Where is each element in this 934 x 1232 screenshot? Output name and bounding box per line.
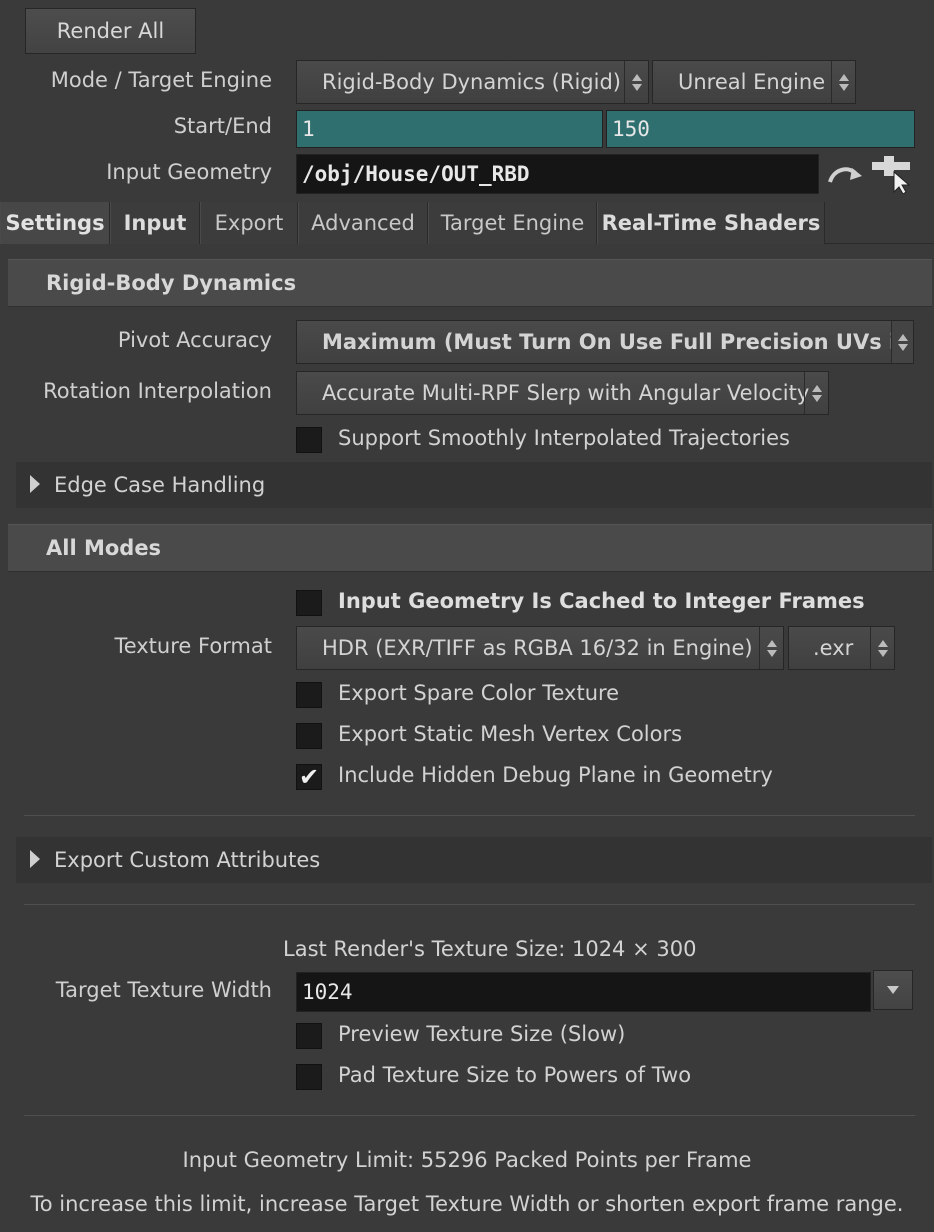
pivot-accuracy-label: Pivot Accuracy [117,328,272,352]
target-texture-width-value: 1024 [302,980,353,1004]
tab-real-time-shaders[interactable]: Real-Time Shaders [597,202,825,244]
updown-arrows-icon [624,61,648,103]
edge-case-handling-label: Edge Case Handling [54,473,266,497]
updown-arrows-icon [804,372,828,414]
mode-dropdown-value: Rigid-Body Dynamics (Rigid) [322,70,621,94]
export-custom-attributes-label: Export Custom Attributes [54,848,321,872]
texture-format-value: HDR (EXR/TIFF as RGBA 16/32 in Engine) [322,636,753,660]
export-custom-attributes-folder[interactable]: Export Custom Attributes [16,837,932,883]
expand-triangle-icon [30,850,40,868]
tab-export-label: Export [214,211,284,235]
rotation-interpolation-dropdown[interactable]: Accurate Multi-RPF Slerp with Angular Ve… [296,371,829,415]
divider [24,904,915,905]
debug-plane-checkbox[interactable]: ✔ [296,764,322,790]
divider [24,1115,915,1116]
updown-arrows-icon [891,321,913,363]
divider [24,815,915,816]
tab-target-engine-label: Target Engine [440,211,585,235]
mode-target-engine-label: Mode / Target Engine [50,68,272,92]
target-width-menu-button[interactable] [873,970,913,1010]
tab-target-engine[interactable]: Target Engine [428,202,597,244]
pivot-accuracy-value: Maximum (Must Turn On Use Full Precision… [322,330,913,354]
tab-settings[interactable]: Settings [0,202,110,244]
tab-settings-label: Settings [5,211,105,235]
render-all-button[interactable]: Render All [25,8,196,54]
tab-advanced[interactable]: Advanced [298,202,428,244]
debug-plane-label: Include Hidden Debug Plane in Geometry [338,763,773,787]
texture-extension-value: .exr [813,636,854,660]
rbd-section-header: Rigid-Body Dynamics [8,259,932,307]
rbd-section-title: Rigid-Body Dynamics [46,271,297,295]
chevron-down-icon [887,986,899,994]
texture-format-label: Texture Format [114,634,272,658]
smooth-trajectories-checkbox[interactable] [296,427,322,453]
last-render-size-text: Last Render's Texture Size: 1024 × 300 [283,937,697,961]
texture-extension-dropdown[interactable]: .exr [788,626,895,670]
input-geometry-path: /obj/House/OUT_RBD [302,162,530,186]
rotation-interpolation-value: Accurate Multi-RPF Slerp with Angular Ve… [322,381,810,405]
cached-integer-frames-checkbox[interactable] [296,590,322,616]
rotation-interpolation-label: Rotation Interpolation [43,379,272,403]
all-modes-section-title: All Modes [46,536,162,560]
mode-dropdown[interactable]: Rigid-Body Dynamics (Rigid) [296,60,649,104]
all-modes-section-header: All Modes [8,524,932,572]
tab-input[interactable]: Input [110,202,200,244]
edge-case-handling-folder[interactable]: Edge Case Handling [16,462,932,508]
updown-arrows-icon [759,627,783,669]
texture-format-dropdown[interactable]: HDR (EXR/TIFF as RGBA 16/32 in Engine) [296,626,784,670]
smooth-trajectories-label: Support Smoothly Interpolated Trajectori… [338,426,790,450]
vertex-colors-checkbox[interactable] [296,723,322,749]
preview-texture-size-checkbox[interactable] [296,1023,322,1049]
target-engine-dropdown[interactable]: Unreal Engine [652,60,856,104]
end-frame-value: 150 [612,117,650,141]
preview-texture-size-label: Preview Texture Size (Slow) [338,1022,626,1046]
limit-hint-text: To increase this limit, increase Target … [30,1192,904,1216]
pivot-accuracy-dropdown[interactable]: Maximum (Must Turn On Use Full Precision… [296,320,914,364]
start-frame-field[interactable]: 1 [296,110,603,148]
spare-color-texture-label: Export Spare Color Texture [338,681,620,705]
pad-powers-of-two-checkbox[interactable] [296,1064,322,1090]
start-frame-value: 1 [302,117,315,141]
render-all-label: Render All [56,19,165,43]
updown-arrows-icon [831,61,855,103]
target-engine-value: Unreal Engine [678,70,826,94]
pad-powers-of-two-label: Pad Texture Size to Powers of Two [338,1063,692,1087]
target-texture-width-field[interactable]: 1024 [296,972,871,1012]
input-geometry-label: Input Geometry [106,160,272,184]
target-texture-width-label: Target Texture Width [55,978,272,1002]
cached-integer-frames-label: Input Geometry Is Cached to Integer Fram… [338,589,865,613]
start-end-label: Start/End [173,114,272,138]
tab-input-label: Input [123,211,187,235]
expand-triangle-icon [30,475,40,493]
end-frame-field[interactable]: 150 [606,110,915,148]
updown-arrows-icon [870,627,894,669]
input-geometry-path-field[interactable]: /obj/House/OUT_RBD [296,154,819,194]
node-chooser-icon[interactable] [870,154,914,195]
tab-export[interactable]: Export [200,202,298,244]
spare-color-texture-checkbox[interactable] [296,682,322,708]
vertex-colors-label: Export Static Mesh Vertex Colors [338,722,683,746]
tab-real-time-shaders-label: Real-Time Shaders [601,211,821,235]
checkmark-icon: ✔ [298,763,320,791]
tab-advanced-label: Advanced [311,211,415,235]
jump-to-node-icon[interactable] [826,160,864,190]
geometry-limit-text: Input Geometry Limit: 55296 Packed Point… [182,1148,752,1172]
